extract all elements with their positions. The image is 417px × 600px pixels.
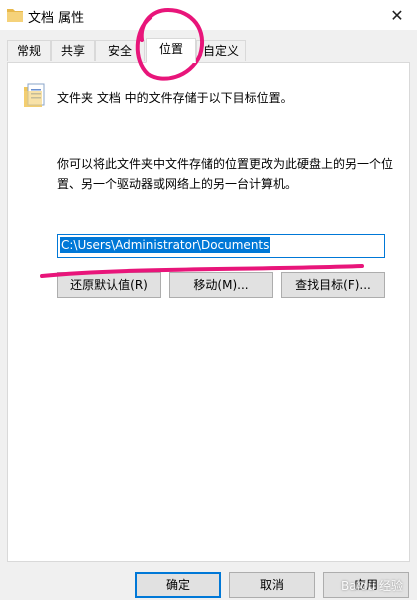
- location-path-input[interactable]: C:\Users\Administrator\Documents: [57, 234, 385, 258]
- documents-folder-icon: [24, 83, 45, 107]
- path-value: C:\Users\Administrator\Documents: [60, 237, 271, 253]
- folder-description: 文件夹 文档 中的文件存储于以下目标位置。: [57, 91, 293, 105]
- watermark: Baidu 经验: [341, 579, 403, 593]
- tab-sharing[interactable]: 共享: [51, 40, 95, 61]
- find-target-button[interactable]: 查找目标(F)...: [281, 272, 385, 298]
- folder-icon: [7, 9, 23, 22]
- tab-strip: 常规 共享 安全 位置 自定义: [0, 38, 417, 63]
- window-title: 文档 属性: [28, 11, 85, 26]
- move-button[interactable]: 移动(M)...: [169, 272, 273, 298]
- help-text: 你可以将此文件夹中文件存储的位置更改为此硬盘上的另一个位置、另一个驱动器或网络上…: [57, 157, 394, 191]
- location-panel: 文件夹 文档 中的文件存储于以下目标位置。 你可以将此文件夹中文件存储的位置更改…: [7, 62, 410, 562]
- tab-customize[interactable]: 自定义: [196, 40, 246, 61]
- title-bar: 文档 属性 ✕: [0, 0, 417, 30]
- tab-location[interactable]: 位置: [146, 38, 196, 63]
- ok-button[interactable]: 确定: [135, 572, 221, 598]
- restore-default-button[interactable]: 还原默认值(R): [57, 272, 161, 298]
- tab-security[interactable]: 安全: [95, 40, 145, 61]
- cancel-button[interactable]: 取消: [229, 572, 315, 598]
- close-icon: ✕: [390, 5, 404, 25]
- tab-general[interactable]: 常规: [7, 40, 51, 61]
- close-button[interactable]: ✕: [377, 0, 417, 30]
